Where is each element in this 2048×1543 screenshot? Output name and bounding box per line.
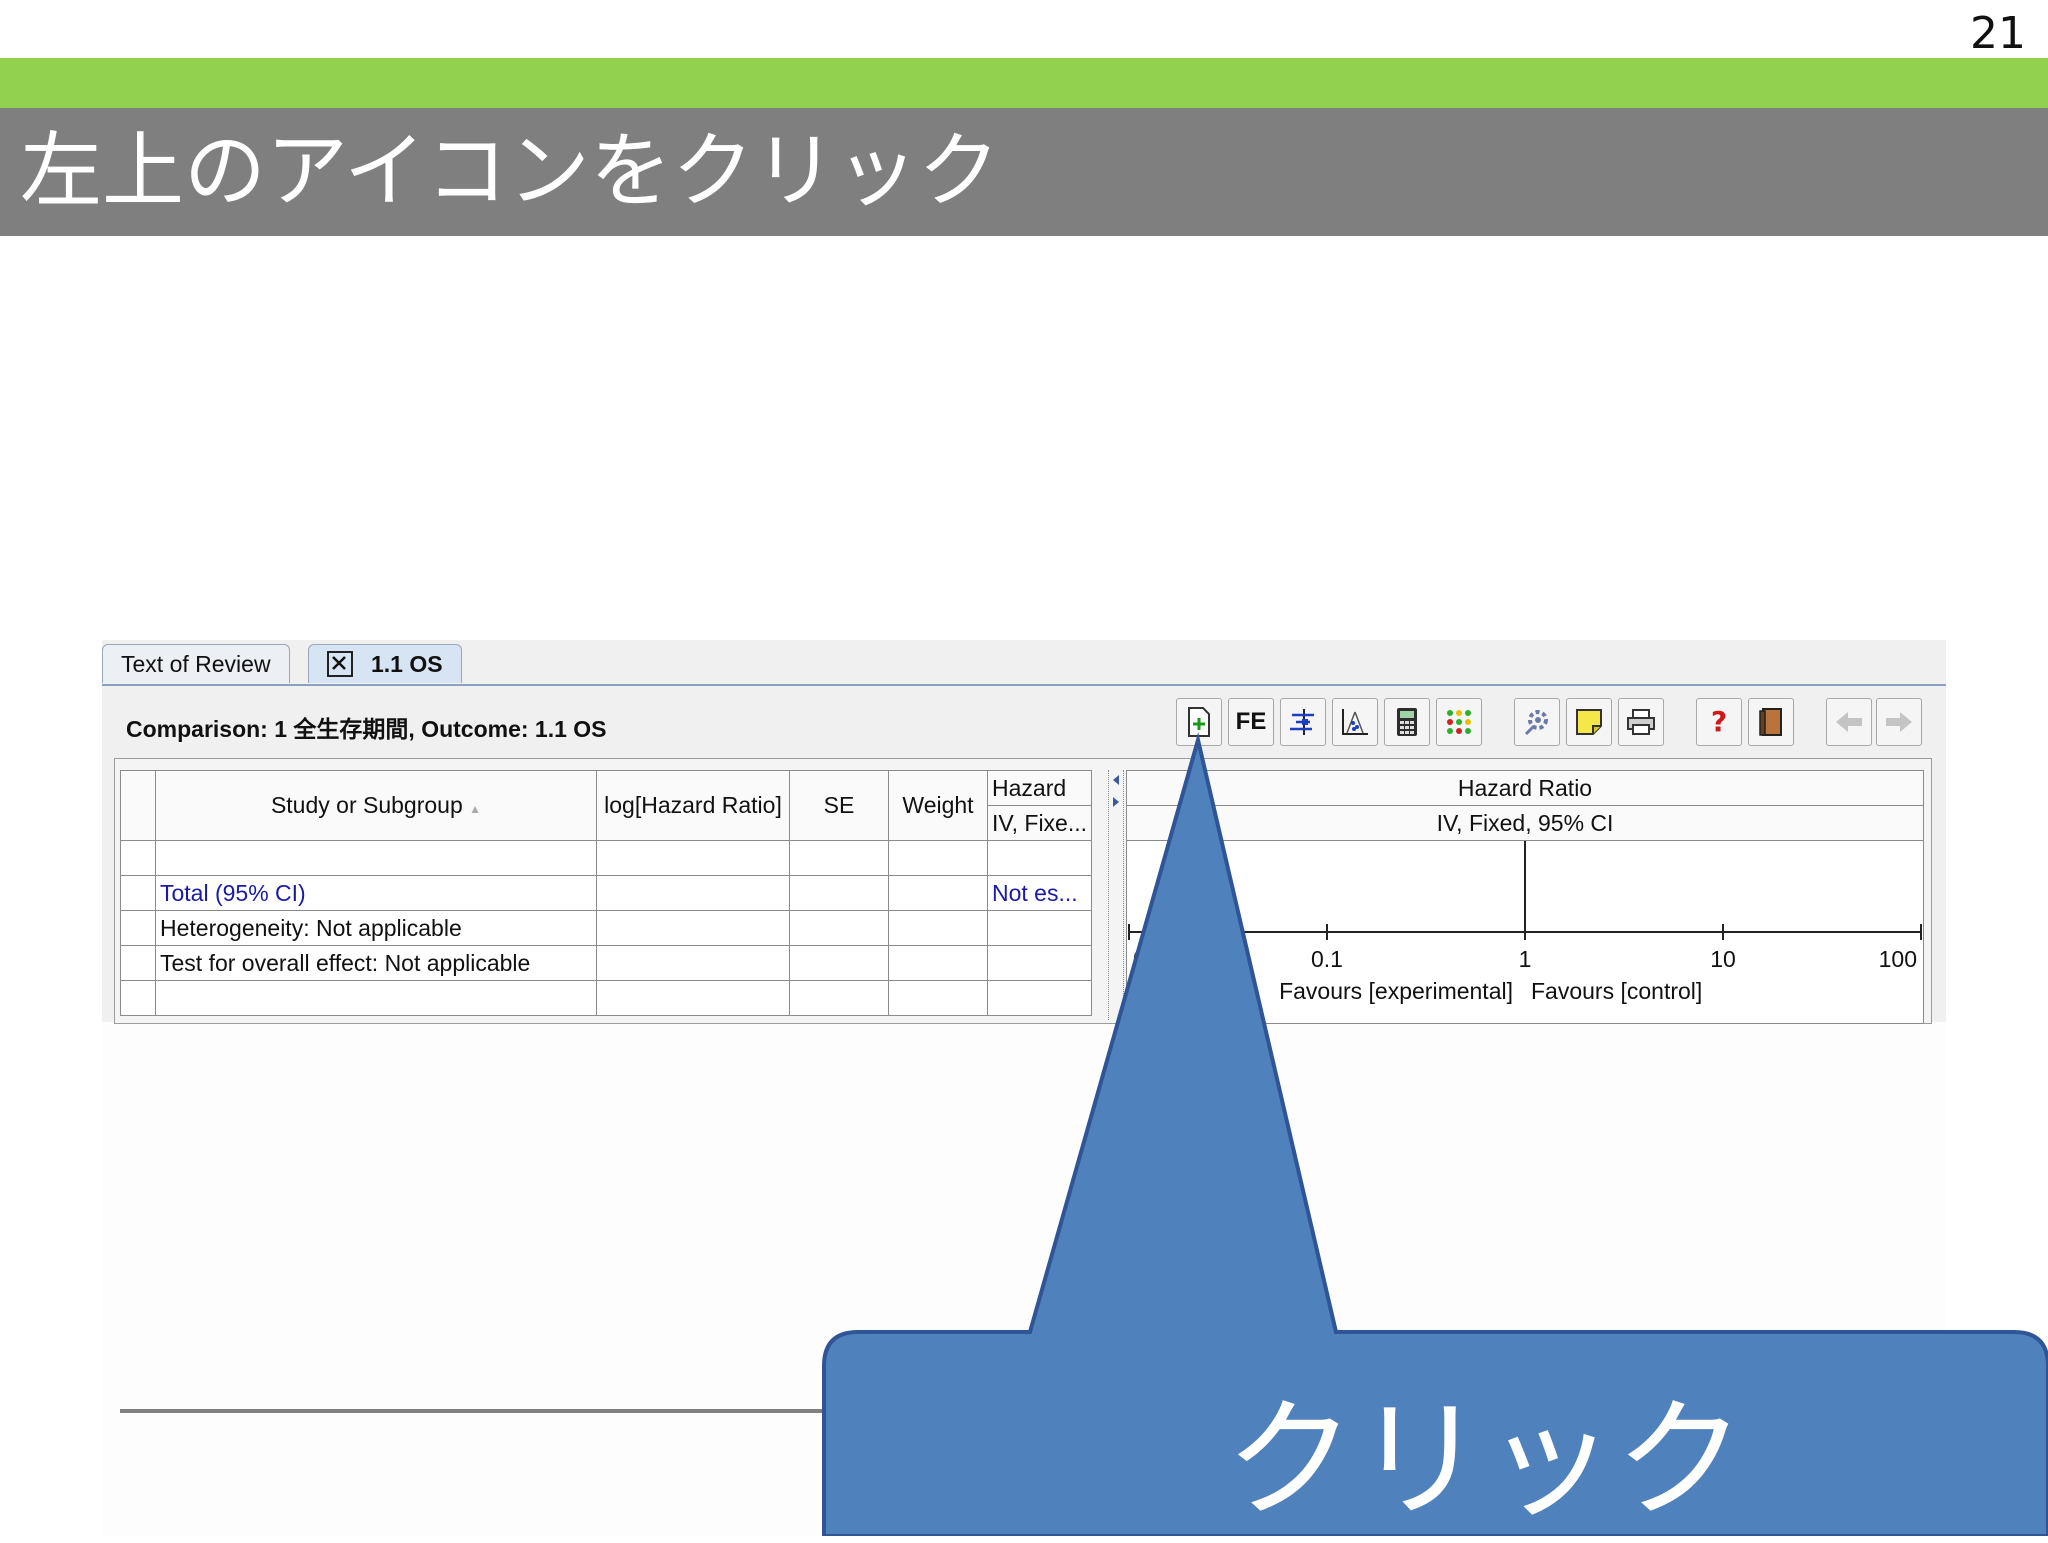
callout-label: クリック [1225,1384,1746,1536]
callout-shape [822,732,2048,1536]
